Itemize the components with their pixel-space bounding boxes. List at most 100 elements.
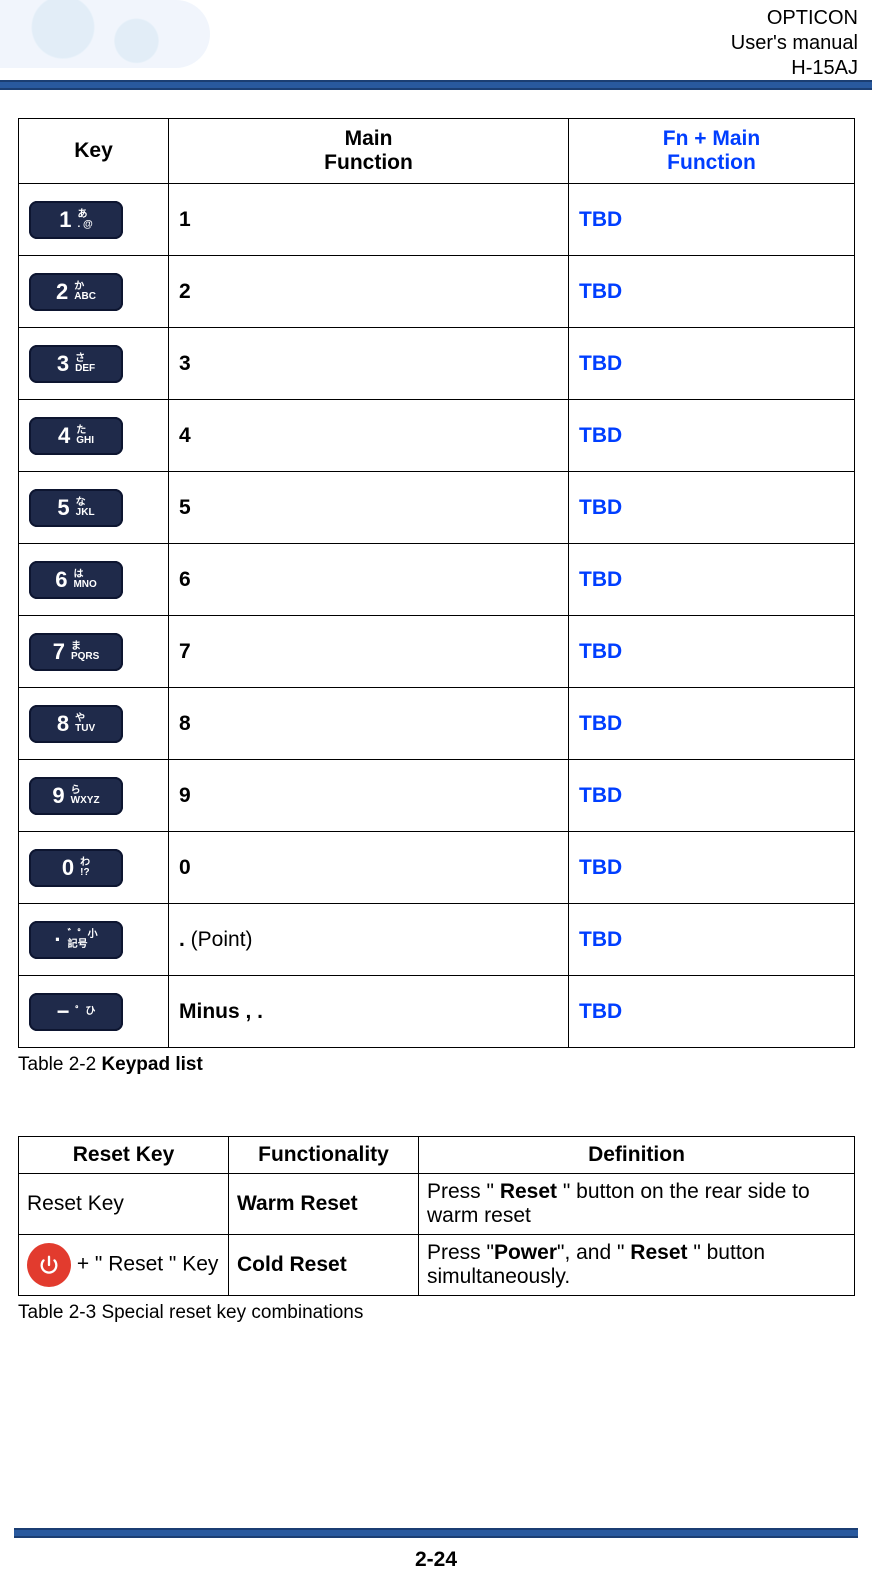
- key-sub-glyph: まPQRS: [71, 642, 99, 662]
- th-fn-l2: Function: [667, 151, 756, 174]
- cold-reset-label: Cold Reset: [237, 1253, 347, 1276]
- page-footer: 2-24: [0, 1528, 872, 1572]
- reset-key-label: Reset Key: [27, 1192, 124, 1215]
- cell-main-function: 2: [169, 256, 569, 328]
- main-fn-label: 7: [179, 640, 191, 663]
- key-sub-glyph: ゛゜小記号: [68, 930, 98, 950]
- keypad-key-icon: 8 やTUV: [29, 705, 123, 743]
- cell-key: 5 なJKL: [19, 472, 169, 544]
- cell-main-function: 6: [169, 544, 569, 616]
- key-main-glyph: 6: [55, 569, 67, 591]
- cell-fn-function: TBD: [569, 472, 855, 544]
- cell-fn-function: TBD: [569, 904, 855, 976]
- main-fn-label: Minus , .: [179, 1000, 263, 1023]
- table-row: Reset Key Warm Reset Press " Reset " but…: [19, 1174, 855, 1235]
- key-sub-glyph: あ. @: [77, 210, 92, 230]
- key-sub-glyph: はMNO: [73, 570, 96, 590]
- keypad-key-icon: · ゛゜小記号: [29, 921, 123, 959]
- table-row: 5 なJKL 5 TBD: [19, 472, 855, 544]
- header-rule: [0, 80, 872, 90]
- cell-key: 8 やTUV: [19, 688, 169, 760]
- key-main-glyph: 3: [57, 353, 69, 375]
- key-sub-glyph: なJKL: [76, 498, 95, 518]
- header-decoration: [0, 0, 210, 68]
- cell-main-function: Minus , .: [169, 976, 569, 1048]
- key-main-glyph: 2: [56, 281, 68, 303]
- main-fn-label: 5: [179, 496, 191, 519]
- def-mid: ", and ": [557, 1241, 630, 1264]
- cell-definition: Press "Power", and " Reset " button simu…: [419, 1235, 855, 1296]
- table1-caption-bold: Keypad list: [101, 1054, 202, 1075]
- cell-fn-function: TBD: [569, 832, 855, 904]
- cell-main-function: 4: [169, 400, 569, 472]
- th-definition: Definition: [419, 1137, 855, 1174]
- th-functionality: Functionality: [229, 1137, 419, 1174]
- keypad-key-icon: 2かABC: [29, 273, 123, 311]
- cell-fn-function: TBD: [569, 400, 855, 472]
- table-row: 6はMNO6TBD: [19, 544, 855, 616]
- def-bold-power: Power: [494, 1241, 557, 1264]
- cell-fn-function: TBD: [569, 544, 855, 616]
- cell-main-function: 1: [169, 184, 569, 256]
- power-icon: [27, 1243, 71, 1287]
- cell-functionality: Warm Reset: [229, 1174, 419, 1235]
- key-main-glyph: 7: [53, 641, 65, 663]
- key-main-glyph: 5: [57, 497, 69, 519]
- main-fn-label: 3: [179, 352, 191, 375]
- cell-fn-function: TBD: [569, 688, 855, 760]
- key-main-glyph: −: [57, 1001, 70, 1023]
- def-bold-reset: Reset: [630, 1241, 687, 1264]
- main-fn-label: 1: [179, 208, 191, 231]
- keypad-table: Key Main Function Fn + Main Function 1あ.…: [18, 118, 855, 1048]
- table-row: 3さDEF3TBD: [19, 328, 855, 400]
- keypad-key-icon: 6 はMNO: [29, 561, 123, 599]
- header-brand: OPTICON: [731, 6, 858, 31]
- key-sub-glyph: ゜ひ: [75, 1007, 95, 1017]
- cell-main-function: 9: [169, 760, 569, 832]
- keypad-key-icon: 1あ. @: [29, 201, 123, 239]
- def-bold-reset: Reset: [500, 1180, 557, 1203]
- table1-caption: Table 2-2 Keypad list: [18, 1054, 872, 1076]
- table-row: 1あ. @1TBD: [19, 184, 855, 256]
- cell-key: 4たGHI: [19, 400, 169, 472]
- cell-main-function: 8: [169, 688, 569, 760]
- table-row: 7まPQRS7TBD: [19, 616, 855, 688]
- warm-reset-label: Warm Reset: [237, 1192, 358, 1215]
- th-reset-key: Reset Key: [19, 1137, 229, 1174]
- def-pre: Press ": [427, 1241, 494, 1264]
- keypad-key-icon: 0わ!?: [29, 849, 123, 887]
- table-row: −゜ひ Minus , . TBD: [19, 976, 855, 1048]
- cell-key: · ゛゜小記号: [19, 904, 169, 976]
- th-main-l1: Main: [345, 127, 393, 150]
- keypad-key-icon: 7 まPQRS: [29, 633, 123, 671]
- cell-main-function: 0: [169, 832, 569, 904]
- table2-caption: Table 2-3 Special reset key combinations: [18, 1302, 872, 1324]
- cell-functionality: Cold Reset: [229, 1235, 419, 1296]
- cell-fn-function: TBD: [569, 976, 855, 1048]
- cell-main-function: 5: [169, 472, 569, 544]
- header-doc: User's manual: [731, 31, 858, 56]
- th-fn-l1: Fn + Main: [663, 127, 760, 150]
- table-row: 4たGHI 4 TBD: [19, 400, 855, 472]
- cell-main-function: 3: [169, 328, 569, 400]
- main-fn-label: 4: [179, 424, 191, 447]
- key-main-glyph: 0: [62, 857, 74, 879]
- table-row: + " Reset " Key Cold Reset Press "Power"…: [19, 1235, 855, 1296]
- cell-main-function: . (Point): [169, 904, 569, 976]
- table-row: 8 やTUV 8 TBD: [19, 688, 855, 760]
- cell-key: 0わ!?: [19, 832, 169, 904]
- key-sub-glyph: やTUV: [75, 714, 95, 734]
- cell-key: 6 はMNO: [19, 544, 169, 616]
- cell-key: 1あ. @: [19, 184, 169, 256]
- cell-fn-function: TBD: [569, 328, 855, 400]
- keypad-key-icon: −゜ひ: [29, 993, 123, 1031]
- key-main-glyph: ·: [54, 929, 61, 951]
- th-key: Key: [19, 119, 169, 184]
- cell-definition: Press " Reset " button on the rear side …: [419, 1174, 855, 1235]
- table-row: 2かABC2TBD: [19, 256, 855, 328]
- main-fn-label: 0: [179, 856, 191, 879]
- main-fn-label: 8: [179, 712, 191, 735]
- key-main-glyph: 9: [52, 785, 64, 807]
- key-main-glyph: 8: [57, 713, 69, 735]
- cell-key: 7 まPQRS: [19, 616, 169, 688]
